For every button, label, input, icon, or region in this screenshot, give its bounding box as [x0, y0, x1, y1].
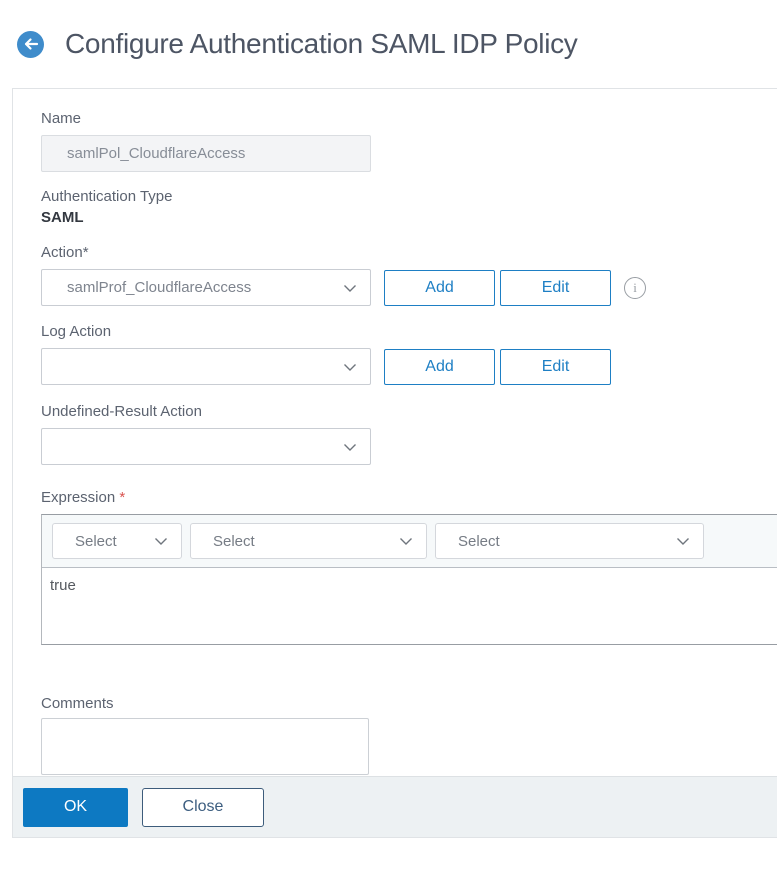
expression-operator-select-1-placeholder: Select [75, 532, 117, 550]
action-select-value: samlProf_CloudflareAccess [67, 279, 252, 296]
expression-operator-select-1[interactable]: Select [52, 523, 182, 559]
footer-bar: OK Close [13, 776, 777, 837]
log-action-select[interactable] [41, 348, 371, 385]
arrow-left-icon [22, 37, 39, 51]
action-edit-button[interactable]: Edit [500, 269, 611, 306]
name-input[interactable] [41, 135, 371, 172]
chevron-down-icon [342, 280, 358, 296]
log-action-edit-button[interactable]: Edit [500, 348, 611, 385]
log-action-label: Log Action [41, 323, 112, 340]
comments-textarea[interactable] [41, 718, 369, 775]
log-action-row: Add Edit [41, 348, 777, 385]
chevron-down-icon [398, 533, 414, 549]
expression-textarea[interactable]: true [42, 568, 777, 644]
name-label: Name [41, 110, 82, 127]
undefined-result-action-select[interactable] [41, 428, 371, 465]
comments-label: Comments [41, 695, 114, 712]
action-label: Action* [41, 244, 89, 261]
log-action-add-button[interactable]: Add [384, 348, 495, 385]
chevron-down-icon [675, 533, 691, 549]
expression-builder: Select Select Select true [41, 514, 777, 645]
ok-button[interactable]: OK [23, 787, 128, 827]
chevron-down-icon [342, 359, 358, 375]
expression-operator-select-2-placeholder: Select [213, 532, 255, 550]
action-row: samlProf_CloudflareAccess Add Edit i [41, 269, 777, 306]
expression-label: Expression * [41, 489, 777, 506]
expression-toolbar: Select Select Select [42, 515, 777, 568]
expression-operator-select-2[interactable]: Select [190, 523, 427, 559]
auth-type-label: Authentication Type [41, 188, 173, 205]
chevron-down-icon [153, 533, 169, 549]
action-select[interactable]: samlProf_CloudflareAccess [41, 269, 371, 306]
close-button[interactable]: Close [142, 787, 264, 827]
page-header: Configure Authentication SAML IDP Policy [0, 0, 777, 88]
action-add-button[interactable]: Add [384, 269, 495, 306]
expression-operator-select-3[interactable]: Select [435, 523, 704, 559]
expression-operator-select-3-placeholder: Select [458, 532, 500, 550]
required-asterisk: * [119, 489, 126, 506]
info-icon[interactable]: i [624, 276, 646, 299]
undefined-result-action-label: Undefined-Result Action [41, 403, 202, 420]
page-title: Configure Authentication SAML IDP Policy [65, 28, 578, 59]
form-panel: Name Authentication Type SAML Action* sa… [12, 88, 777, 838]
chevron-down-icon [342, 439, 358, 455]
expression-label-text: Expression [41, 489, 116, 506]
back-button[interactable] [17, 30, 44, 58]
undefined-result-action-row [41, 428, 777, 465]
auth-type-value: SAML [41, 209, 84, 226]
